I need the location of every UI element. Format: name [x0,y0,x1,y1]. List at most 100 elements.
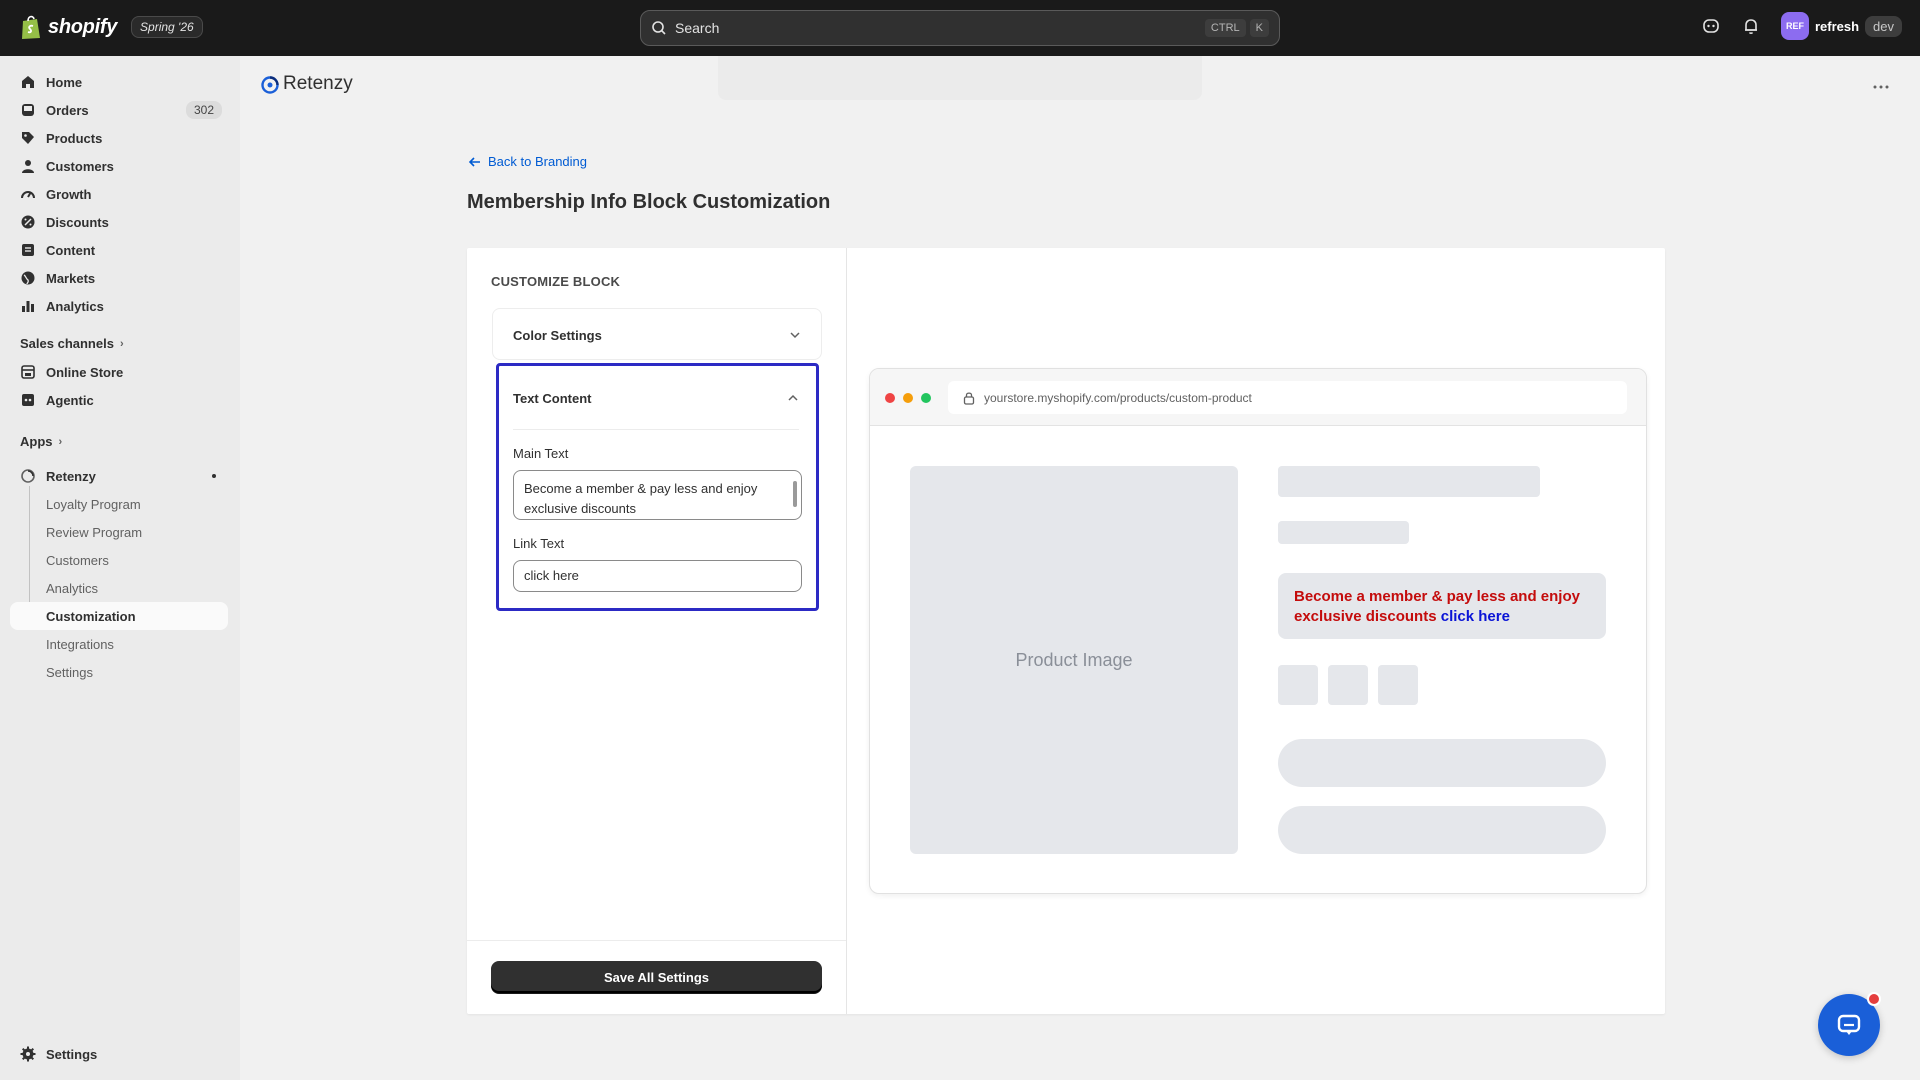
sidebar-item-label: Products [46,130,103,146]
save-all-settings-button[interactable]: Save All Settings [491,961,822,993]
sidebar-item-label: Settings [46,1046,98,1062]
brand-name: shopify [48,15,118,38]
sidekick-icon[interactable] [1701,16,1721,36]
retenzy-logo-icon [261,76,279,94]
sidebar-item-label: Markets [46,270,96,286]
title-skeleton [1278,466,1540,497]
text-content-header[interactable]: Text Content [499,366,816,430]
sidebar-subitem-customization[interactable]: Customization [10,602,228,630]
sidebar-item-label: Online Store [46,364,124,380]
shopify-logo[interactable]: shopify Spring '26 [20,14,203,40]
content-icon [22,244,34,256]
url-bar: yourstore.myshopify.com/products/custom-… [948,381,1627,414]
customize-block-heading: CUSTOMIZE BLOCK [491,274,621,289]
price-skeleton [1278,521,1409,544]
product-image-label: Product Image [1015,649,1133,670]
sidebar-subitem-settings[interactable]: Settings [10,658,228,686]
lock-icon [963,391,975,405]
chevron-up-icon [788,394,798,401]
search-placeholder: Search [675,20,720,36]
main-text-label: Main Text [513,446,569,461]
sidebar-subitem-loyalty-program[interactable]: Loyalty Program [10,490,228,518]
notification-dot [1867,992,1881,1006]
discount-icon [21,215,35,229]
member-main-text: Become a member & pay less and enjoy exc… [1294,588,1580,625]
sidebar-item-content[interactable]: Content [10,236,228,264]
app-header: Retenzy [240,56,1920,116]
variant-swatch [1378,665,1418,705]
sidebar-item-agentic[interactable]: Agentic [10,386,228,414]
sidebar-item-orders[interactable]: Orders 302 [10,96,228,124]
member-link[interactable]: click here [1441,608,1510,625]
sidebar-item-retenzy[interactable]: Retenzy [10,462,228,490]
gauge-icon [21,191,35,199]
edition-badge: Spring '26 [131,16,203,38]
sidebar-item-settings[interactable]: Settings [10,1040,228,1068]
sidebar-item-label: Orders [46,102,89,118]
customization-card: CUSTOMIZE BLOCK Color Settings Text Cont… [467,248,1665,1014]
sidebar-item-customers[interactable]: Customers [10,152,228,180]
store-icon [21,365,35,379]
sales-channels-heading[interactable]: Sales channels › [20,336,124,351]
sidebar-subitem-analytics[interactable]: Analytics [10,574,228,602]
browser-bar: yourstore.myshopify.com/products/custom-… [870,369,1646,426]
link-text-value: click here [524,568,579,583]
sidebar-subitem-review-program[interactable]: Review Program [10,518,228,546]
sidebar-item-online-store[interactable]: Online Store [10,358,228,386]
sidebar-subitem-customers[interactable]: Customers [10,546,228,574]
sidebar-subitem-label: Customization [46,608,136,624]
chevron-right-icon: › [58,435,63,448]
gear-icon [20,1046,36,1062]
sidebar-item-products[interactable]: Products [10,124,228,152]
sidebar-item-label: Retenzy [46,468,96,484]
main-text-textarea[interactable]: Become a member & pay less and enjoy exc… [513,470,802,520]
sidebar-subitem-label: Analytics [46,580,99,596]
sidebar-subitem-integrations[interactable]: Integrations [10,630,228,658]
sidebar-item-home[interactable]: Home [10,68,228,96]
text-content-label: Text Content [513,390,592,406]
orders-count-badge: 302 [185,101,222,119]
inbox-icon [22,104,34,116]
textarea-scrollbar[interactable] [793,481,797,507]
env-badge: dev [1865,15,1902,37]
pin-dot-icon [212,474,216,478]
apps-label: Apps [20,434,53,449]
back-to-branding-link[interactable]: Back to Branding [468,154,587,169]
sidebar-item-label: Content [46,242,96,258]
color-settings-accordion[interactable]: Color Settings [492,308,822,360]
sidebar-subitem-label: Loyalty Program [46,496,141,512]
store-preview: yourstore.myshopify.com/products/custom-… [869,368,1647,894]
bell-icon[interactable] [1741,16,1761,36]
user-menu[interactable]: REF refresh dev [1780,12,1902,40]
bar-chart-icon [22,301,34,312]
sidebar-item-discounts[interactable]: Discounts [10,208,228,236]
sidebar-item-label: Customers [46,158,114,174]
url-text: yourstore.myshopify.com/products/custom-… [984,390,1252,405]
person-icon [22,160,34,173]
app-title: Retenzy [283,73,353,94]
user-name: refresh [1814,18,1860,34]
apps-heading[interactable]: Apps › [20,434,62,449]
color-settings-header[interactable]: Color Settings [493,309,821,361]
sidebar-item-markets[interactable]: Markets [10,264,228,292]
add-to-cart-skeleton [1278,739,1606,787]
sidebar-item-label: Analytics [46,298,104,314]
customize-panel: CUSTOMIZE BLOCK Color Settings Text Cont… [467,248,847,1014]
sidebar-item-label: Growth [46,186,92,202]
more-horizontal-icon[interactable] [1872,78,1890,96]
text-content-accordion[interactable]: Text Content Main Text Become a member &… [496,363,819,611]
search-icon [652,21,666,35]
link-text-input[interactable]: click here [513,560,802,592]
sidebar-item-label: Discounts [46,214,109,230]
sidebar-item-growth[interactable]: Growth [10,180,228,208]
save-footer: Save All Settings [467,940,846,1014]
main-text-value: Become a member & pay less and enjoy exc… [524,481,758,516]
sidebar-item-analytics[interactable]: Analytics [10,292,228,320]
chevron-right-icon: › [119,337,124,350]
tag-icon [22,132,34,144]
membership-info-block: Become a member & pay less and enjoy exc… [1278,573,1606,639]
search-bar[interactable]: Search CTRL K [640,10,1280,46]
sidebar-item-label: Home [46,74,83,90]
buy-now-skeleton [1278,806,1606,854]
back-link-label: Back to Branding [488,154,588,169]
